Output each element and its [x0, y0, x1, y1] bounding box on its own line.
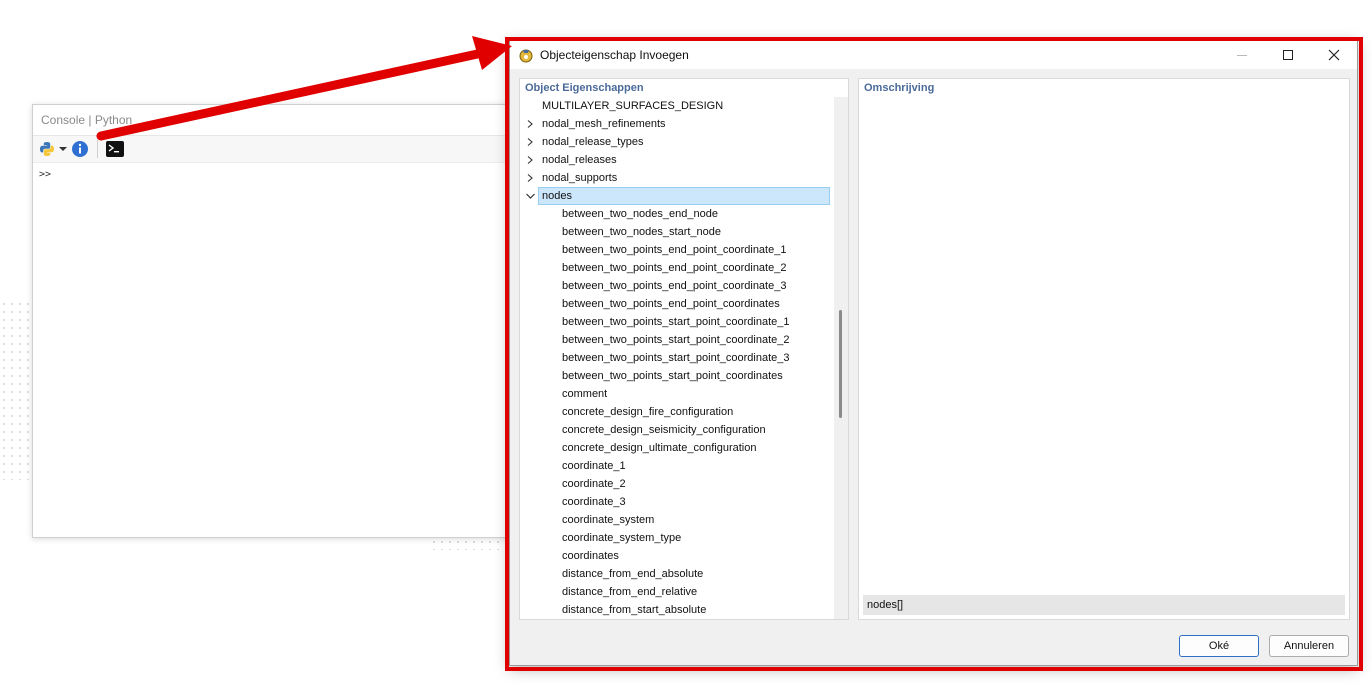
description-pane: Omschrijving nodes[] [858, 78, 1350, 620]
tree-child-item[interactable]: coordinate_system_type [520, 529, 848, 547]
python-icon[interactable] [39, 139, 55, 159]
tree-child-item[interactable]: concrete_design_ultimate_configuration [520, 439, 848, 457]
tree-node-label: nodal_mesh_refinements [542, 118, 666, 130]
tree-child-item[interactable]: between_two_points_end_point_coordinate_… [520, 259, 848, 277]
tree-child-item[interactable]: between_two_points_start_point_coordinat… [520, 349, 848, 367]
tree-child-item[interactable]: coordinate_system [520, 511, 848, 529]
chevron-right-icon[interactable] [524, 151, 536, 169]
tree-node[interactable]: nodal_supports [520, 169, 848, 187]
tree-scrollbar[interactable] [834, 97, 848, 619]
chevron-right-icon[interactable] [524, 115, 536, 133]
cancel-button[interactable]: Annuleren [1269, 635, 1349, 657]
tree-child-label: concrete_design_ultimate_configuration [562, 442, 757, 454]
expression-field[interactable]: nodes[] [863, 595, 1345, 615]
dropdown-arrow-icon[interactable] [59, 139, 67, 159]
tree-node-label: MULTILAYER_SURFACES_DESIGN [542, 100, 724, 112]
app-icon [518, 47, 534, 63]
tree-child-label: between_two_points_start_point_coordinat… [562, 334, 790, 346]
tree-child-item[interactable]: between_two_points_start_point_coordinat… [520, 313, 848, 331]
close-button[interactable] [1311, 41, 1357, 69]
minimize-button[interactable] [1219, 41, 1265, 69]
tree-child-item[interactable]: between_two_points_end_point_coordinates [520, 295, 848, 313]
tree-child-item[interactable]: between_two_nodes_end_node [520, 205, 848, 223]
scrollbar-thumb[interactable] [839, 310, 842, 418]
tree-child-label: between_two_points_start_point_coordinat… [562, 352, 790, 364]
tree-child-item[interactable]: coordinate_3 [520, 493, 848, 511]
tree-child-label: concrete_design_seismicity_configuration [562, 424, 766, 436]
tree-child-label: between_two_nodes_start_node [562, 226, 722, 238]
chevron-right-icon[interactable] [524, 169, 536, 187]
tree-child-item[interactable]: between_two_points_start_point_coordinat… [520, 331, 848, 349]
terminal-icon[interactable] [106, 139, 124, 159]
console-title: Console | Python [33, 105, 523, 136]
tree-node[interactable]: nodal_release_types [520, 133, 848, 151]
tree-child-item[interactable]: between_two_points_start_point_coordinat… [520, 367, 848, 385]
tree-child-item[interactable]: coordinate_1 [520, 457, 848, 475]
tree-child-label: coordinate_3 [562, 496, 626, 508]
tree-node[interactable]: nodes [520, 187, 848, 205]
tree-child-label: coordinate_1 [562, 460, 626, 472]
tree-child-item[interactable]: distance_from_end_absolute [520, 565, 848, 583]
console-prompt[interactable]: >> [33, 163, 523, 186]
chevron-right-icon[interactable] [524, 133, 536, 151]
python-console-window: Console | Python >> [32, 104, 524, 538]
tree-node[interactable]: MULTILAYER_SURFACES_DESIGN [520, 97, 848, 115]
tree-child-label: between_two_points_end_point_coordinate_… [562, 244, 787, 256]
toolbar-separator [97, 140, 98, 158]
tree-child-item[interactable]: comment [520, 385, 848, 403]
tree-child-label: concrete_design_fire_configuration [562, 406, 734, 418]
ok-button[interactable]: Oké [1179, 635, 1259, 657]
tree-node[interactable]: nodal_mesh_refinements [520, 115, 848, 133]
dialog-title: Objecteigenschap Invoegen [540, 48, 689, 62]
tree-child-label: between_two_points_start_point_coordinat… [562, 370, 783, 382]
tree-child-label: distance_from_end_absolute [562, 568, 704, 580]
background-dots [0, 300, 34, 480]
tree-child-label: coordinate_2 [562, 478, 626, 490]
object-properties-pane: Object Eigenschappen MULTILAYER_SURFACES… [519, 78, 849, 620]
tree-node-label: nodal_release_types [542, 136, 644, 148]
tree-child-label: between_two_nodes_end_node [562, 208, 718, 220]
tree-child-item[interactable]: coordinate_2 [520, 475, 848, 493]
description-area [859, 97, 1349, 595]
tree-child-item[interactable]: between_two_nodes_start_node [520, 223, 848, 241]
tree-child-label: comment [562, 388, 608, 400]
tree-child-label: coordinate_system [562, 514, 655, 526]
console-toolbar [33, 136, 523, 163]
tree-child-label: distance_from_start_absolute [562, 604, 707, 616]
object-properties-header: Object Eigenschappen [525, 82, 644, 94]
property-tree[interactable]: MULTILAYER_SURFACES_DESIGN nodal_mesh_ref… [520, 97, 848, 619]
tree-child-item[interactable]: distance_from_end_relative [520, 583, 848, 601]
tree-child-item[interactable]: coordinates [520, 547, 848, 565]
tree-child-item[interactable]: concrete_design_seismicity_configuration [520, 421, 848, 439]
tree-node[interactable]: nodal_releases [520, 151, 848, 169]
tree-child-label: coordinates [562, 550, 619, 562]
tree-node-label: nodal_supports [542, 172, 618, 184]
tree-child-item[interactable]: distance_from_start_absolute [520, 601, 848, 619]
tree-child-label: between_two_points_end_point_coordinate_… [562, 280, 787, 292]
tree-child-item[interactable]: concrete_design_fire_configuration [520, 403, 848, 421]
tree-child-label: coordinate_system_type [562, 532, 682, 544]
tree-child-label: distance_from_end_relative [562, 586, 698, 598]
description-header: Omschrijving [864, 82, 935, 94]
tree-child-label: between_two_points_end_point_coordinates [562, 298, 780, 310]
maximize-button[interactable] [1265, 41, 1311, 69]
tree-node-label: nodes [538, 187, 830, 205]
tree-child-item[interactable]: between_two_points_end_point_coordinate_… [520, 277, 848, 295]
insert-object-property-dialog: Objecteigenschap Invoegen Object Eigensc… [509, 40, 1358, 666]
tree-child-label: between_two_points_end_point_coordinate_… [562, 262, 787, 274]
info-icon[interactable] [71, 139, 89, 159]
tree-child-item[interactable]: between_two_points_end_point_coordinate_… [520, 241, 848, 259]
tree-node-label: nodal_releases [542, 154, 617, 166]
tree-child-label: between_two_points_start_point_coordinat… [562, 316, 790, 328]
chevron-down-icon[interactable] [524, 187, 536, 205]
dialog-titlebar[interactable]: Objecteigenschap Invoegen [510, 41, 1357, 69]
